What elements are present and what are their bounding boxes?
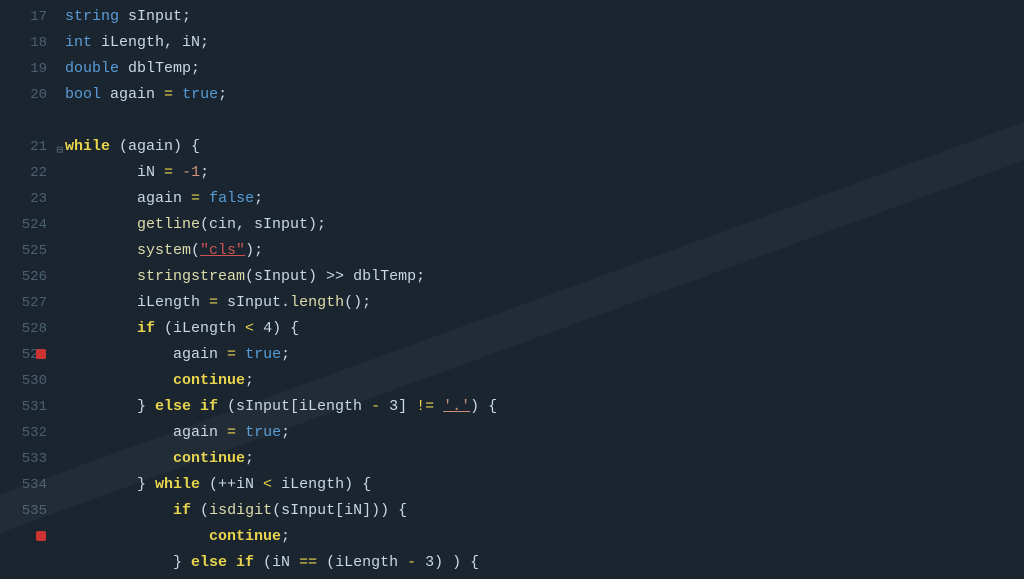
code-line-17: string sInput; [65,4,1024,30]
code-line-else-if: } else if (sInput[iLength - 3] != '.') { [65,394,1024,420]
line-num-19: 19 [0,56,47,82]
line-num-21 [0,108,47,134]
line-num-532: 531 [0,394,47,420]
code-line-stringstream: stringstream(sInput) >> dblTemp; [65,264,1024,290]
code-line-again-true2: again = true; [65,420,1024,446]
line-num-537 [0,524,47,550]
line-num-535: 534 [0,472,47,498]
line-num-20: 20 [0,82,47,108]
code-line-again-true: again = true; [65,342,1024,368]
code-line-while: while (again) { [65,134,1024,160]
code-line-continue2: continue; [65,446,1024,472]
code-line-iN: iN = -1; [65,160,1024,186]
line-num-23: 22 [0,160,47,186]
code-line-iLength: iLength = sInput.length(); [65,290,1024,316]
code-content: string sInput; int iLength, iN; double d… [55,0,1024,579]
line-num-527: 526 [0,264,47,290]
code-line-continue1: continue; [65,368,1024,394]
code-line-18: int iLength, iN; [65,30,1024,56]
line-num-530: 529 [0,342,47,368]
line-num-17: 17 [0,4,47,30]
line-num-22: 21 ⊟ [0,134,47,160]
line-num-525: 524 [0,212,47,238]
code-line-else-if2: } else if (iN == (iLength - 3) ) { [65,550,1024,576]
code-line-continue3: continue; [65,524,1024,550]
code-line-again-false: again = false; [65,186,1024,212]
code-line-if-isdigit: if (isdigit(sInput[iN])) { [65,498,1024,524]
line-num-24: 23 [0,186,47,212]
code-line-while2: } while (++iN < iLength) { [65,472,1024,498]
code-editor: 17 18 19 20 21 ⊟ 22 23 524 525 526 527 5… [0,0,1024,579]
line-numbers: 17 18 19 20 21 ⊟ 22 23 524 525 526 527 5… [0,0,55,579]
line-num-534: 533 [0,446,47,472]
code-line-if-iLength: if (iLength < 4) { [65,316,1024,342]
line-num-18: 18 [0,30,47,56]
line-num-528: 527 [0,290,47,316]
code-line-19: double dblTemp; [65,56,1024,82]
code-line-20: bool again = true; [65,82,1024,108]
line-num-526: 525 [0,238,47,264]
line-num-531: 530 [0,368,47,394]
line-num-533: 532 [0,420,47,446]
code-line-blank [65,108,1024,134]
line-num-529: 528 [0,316,47,342]
code-line-getline: getline(cin, sInput); [65,212,1024,238]
line-num-536: 535 [0,498,47,524]
code-line-system: system("cls"); [65,238,1024,264]
